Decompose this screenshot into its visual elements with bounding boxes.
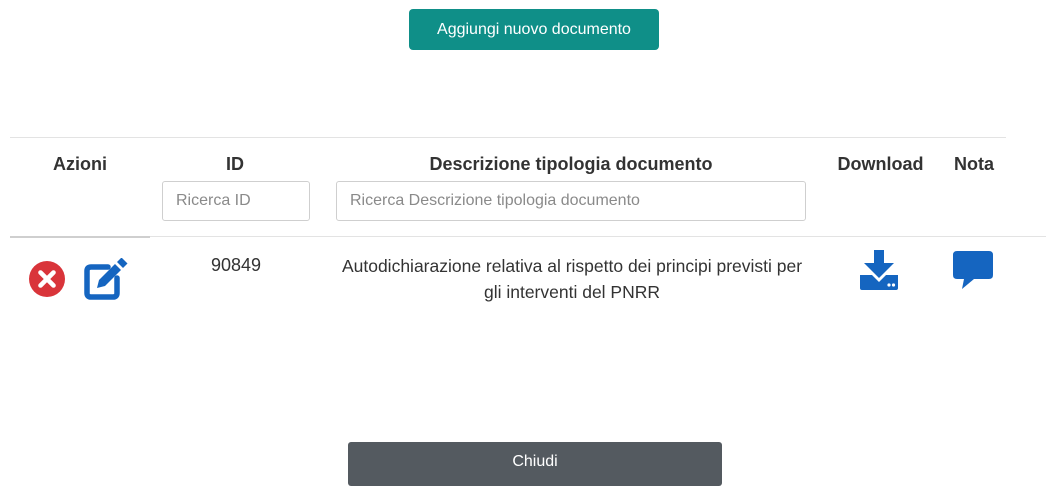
header-divider — [150, 236, 1046, 237]
column-header-id: ID — [226, 154, 244, 174]
document-id: 90849 — [210, 255, 262, 275]
header-divider-actions — [10, 236, 150, 238]
column-header-description: Descrizione tipologia documento — [429, 154, 713, 174]
column-header-actions: Azioni — [53, 154, 107, 174]
comment-icon[interactable] — [952, 250, 994, 290]
document-description: Autodichiarazione relativa al rispetto d… — [341, 256, 803, 302]
column-header-download: Download — [837, 154, 924, 174]
edit-icon[interactable] — [84, 258, 130, 300]
add-document-button[interactable]: Aggiungi nuovo documento — [409, 9, 659, 50]
download-icon[interactable] — [858, 250, 900, 290]
close-button[interactable]: Chiudi — [348, 442, 722, 486]
column-header-note: Nota — [954, 154, 994, 174]
search-id-input[interactable] — [162, 181, 310, 221]
table-top-divider — [10, 137, 1006, 138]
search-description-input[interactable] — [336, 181, 806, 221]
delete-icon[interactable] — [29, 261, 65, 297]
